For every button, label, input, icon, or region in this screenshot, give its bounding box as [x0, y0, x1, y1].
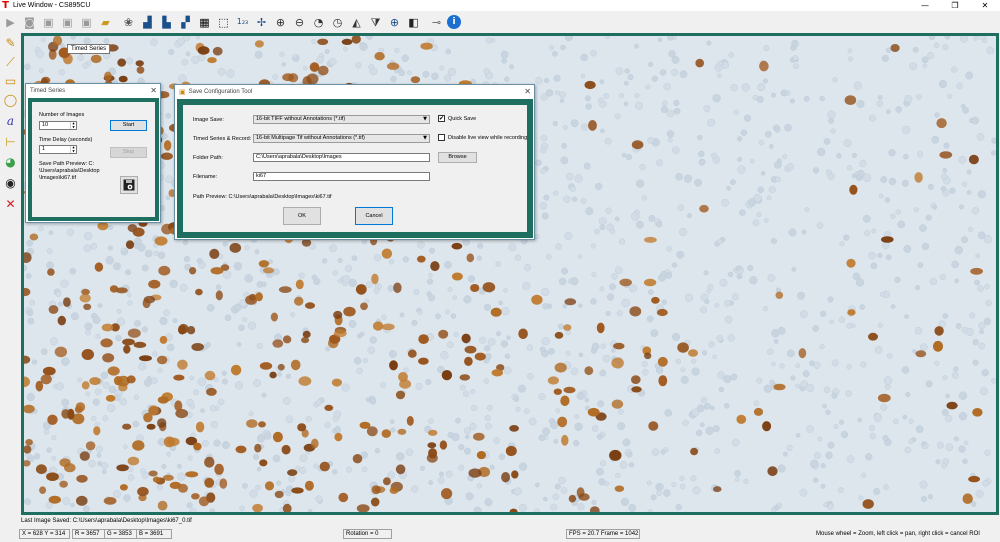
image-save-label: Image Save:	[193, 117, 224, 123]
window-controls: — ❐ ✕	[910, 0, 1000, 11]
minimize-button[interactable]: —	[910, 0, 940, 11]
last-image-saved-text: Last Image Saved: C:\Users\aprabala\Desk…	[21, 518, 192, 524]
stop-button[interactable]: Stop	[110, 147, 147, 158]
time-delay-input[interactable]: 1 ▲ ▼	[39, 145, 77, 154]
grid-icon[interactable]: ▦	[196, 14, 213, 31]
close-icon[interactable]: ✕	[524, 85, 531, 98]
app-logo-icon: T	[2, 0, 9, 11]
disable-live-view-checkbox[interactable]	[438, 134, 445, 141]
status-bar: Last Image Saved: C:\Users\aprabala\Desk…	[0, 515, 1000, 542]
cancel-button[interactable]: Cancel	[355, 207, 393, 225]
timed-series-body: Number of Images 10 ▲ ▼ Start Time Delay …	[32, 102, 155, 217]
pencil-icon[interactable]: ✎	[2, 34, 19, 51]
time-delay-label: Time Delay (seconds)	[39, 137, 93, 143]
red-value-readout: R = 3657	[72, 529, 108, 539]
save-configuration-titlebar[interactable]: ▣ Save Configuration Tool ✕	[175, 85, 534, 98]
left-toolbar: ✎ ⟋ ▭ ◯ a ⊢ ◕ ◉ ✕	[0, 33, 21, 515]
camera-icon[interactable]: ◙	[21, 14, 38, 31]
delete-icon[interactable]: ✕	[2, 195, 19, 212]
crosshair-icon[interactable]: ⊕	[386, 14, 403, 31]
chevron-down-icon: ▼	[423, 135, 427, 141]
timed-series-dialog: Timed Series ✕ Number of Images 10 ▲ ▼ St…	[25, 83, 161, 223]
green-value-readout: G = 3853	[104, 529, 140, 539]
levels-icon[interactable]: ◧	[405, 14, 422, 31]
selection-icon[interactable]: ⬚	[215, 14, 232, 31]
numbering-icon[interactable]: 1₂₃	[234, 14, 251, 31]
timer-icon[interactable]: ◔	[310, 14, 327, 31]
stopwatch-icon[interactable]: ◉	[2, 174, 19, 191]
save-path-preview-line1: Save Path Preview: C:	[39, 161, 95, 167]
save-settings-button[interactable]	[120, 176, 138, 194]
save-as-icon[interactable]: ▣	[59, 14, 76, 31]
save-config-app-icon: ▣	[179, 87, 186, 96]
browse-button[interactable]: Browse	[438, 152, 477, 163]
plug-icon[interactable]: ⊸	[428, 14, 445, 31]
mouse-help-text: Mouse wheel = Zoom, left click = pan, ri…	[816, 531, 980, 537]
save-path-preview-line3: \Images\ki67.tif	[39, 175, 76, 181]
close-window-button[interactable]: ✕	[970, 0, 1000, 11]
disable-live-view-label: Disable live view while recording	[448, 135, 528, 141]
fit-icon[interactable]: ✢	[253, 14, 270, 31]
save-settings-icon[interactable]: ▣	[78, 14, 95, 31]
rgb-histogram-icon[interactable]: ▙	[158, 14, 175, 31]
histogram-icon[interactable]: ▟	[139, 14, 156, 31]
rotation-readout: Rotation = 0	[343, 529, 392, 539]
number-of-images-value: 10	[42, 122, 49, 128]
mirror-icon[interactable]: ⧩	[367, 14, 384, 31]
filename-input[interactable]: ki67	[253, 172, 430, 181]
timed-series-titlebar[interactable]: Timed Series ✕	[26, 84, 160, 97]
coords-readout: X = 628 Y = 314	[19, 529, 70, 539]
zoom-1-1-icon[interactable]: ⊕	[272, 14, 289, 31]
fps-frame-readout: FPS = 20.7 Frame = 1042	[566, 529, 640, 539]
floppy-gear-icon	[123, 179, 135, 191]
quick-save-checkbox[interactable]: ✔	[438, 115, 445, 122]
quick-save-label: Quick Save	[448, 116, 477, 122]
number-of-images-input[interactable]: 10 ▲ ▼	[39, 121, 77, 130]
folder-path-input[interactable]: C:\Users\aprabala\Desktop\Images	[253, 153, 430, 162]
info-icon[interactable]: i	[447, 15, 461, 29]
circle-icon[interactable]: ◯	[2, 91, 19, 108]
image-save-select[interactable]: 16-bit TIFF without Annotations (*.tif) …	[253, 115, 430, 124]
zoom-1-2-icon[interactable]: ⊖	[291, 14, 308, 31]
channel-histogram-icon[interactable]: ▞	[177, 14, 194, 31]
spinner-arrows-icon[interactable]: ▲ ▼	[70, 145, 76, 153]
spinner-arrows-icon[interactable]: ▲ ▼	[70, 121, 76, 129]
text-icon[interactable]: a	[2, 112, 19, 129]
timed-series-record-label: Timed Series & Record:	[193, 136, 252, 142]
timed-series-record-value: 16-bit Multipage Tif without Annotations…	[256, 135, 365, 141]
window-title: Live Window - CS895CU	[13, 2, 91, 9]
main-toolbar: ▶ ◙ ▣ ▣ ▣ ▰ ❀ ▟ ▙ ▞ ▦ ⬚ 1₂₃ ✢ ⊕ ⊖ ◔ ◷ ◭ …	[0, 11, 1000, 33]
save-configuration-title: Save Configuration Tool	[188, 88, 253, 95]
title-bar: T Live Window - CS895CU — ❐ ✕	[0, 0, 1000, 11]
path-preview-text: Path Preview: C:\Users\aprabala\Desktop\…	[193, 194, 332, 200]
color-wheel-icon[interactable]: ◕	[2, 153, 19, 170]
play-icon[interactable]: ▶	[2, 14, 19, 31]
clock-icon[interactable]: ◷	[329, 14, 346, 31]
filename-label: Filename:	[193, 174, 218, 180]
start-button[interactable]: Start	[110, 120, 147, 131]
folder-path-label: Folder Path:	[193, 155, 223, 161]
timed-series-title: Timed Series	[30, 87, 66, 94]
flip-icon[interactable]: ◭	[348, 14, 365, 31]
blue-value-readout: B = 3691	[136, 529, 172, 539]
tooltip: Timed Series	[67, 44, 111, 54]
number-of-images-label: Number of Images	[39, 112, 85, 118]
save-configuration-dialog: ▣ Save Configuration Tool ✕ Image Save: …	[174, 84, 535, 240]
image-save-value: 16-bit TIFF without Annotations (*.tif)	[256, 116, 346, 122]
ok-button[interactable]: OK	[283, 207, 321, 225]
timed-series-record-select[interactable]: 16-bit Multipage Tif without Annotations…	[253, 134, 430, 143]
measure-icon[interactable]: ⊢	[2, 133, 19, 150]
open-folder-icon[interactable]: ▰	[97, 14, 114, 31]
save-path-preview-line2: \Users\aprabala\Desktop	[39, 168, 100, 174]
rectangle-icon[interactable]: ▭	[2, 72, 19, 89]
line-icon[interactable]: ⟋	[2, 53, 19, 70]
save-icon[interactable]: ▣	[40, 14, 57, 31]
maximize-button[interactable]: ❐	[940, 0, 970, 11]
close-icon[interactable]: ✕	[150, 84, 157, 97]
chevron-down-icon: ▼	[423, 116, 427, 122]
time-delay-value: 1	[42, 146, 46, 152]
save-config-body: Image Save: 16-bit TIFF without Annotati…	[183, 105, 527, 232]
gallery-icon[interactable]: ❀	[120, 14, 137, 31]
